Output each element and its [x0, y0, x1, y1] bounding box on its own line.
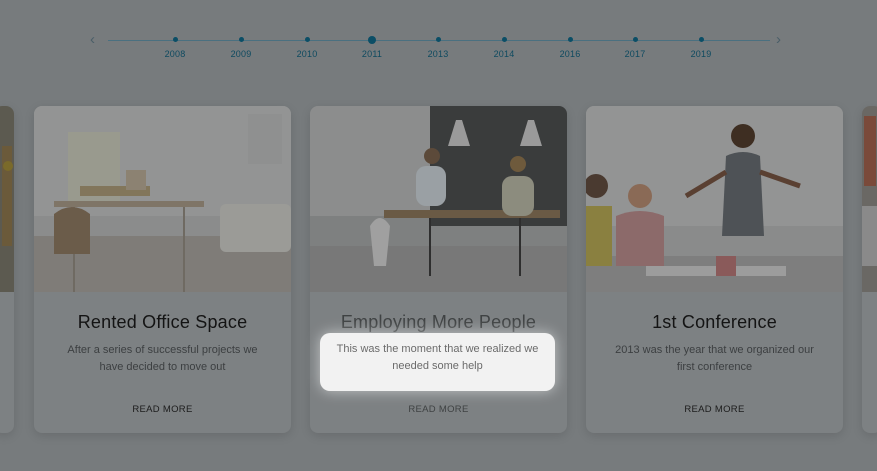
timeline-dot — [501, 37, 507, 42]
office-photo — [34, 106, 291, 292]
conference-photo — [586, 106, 843, 292]
card-text: 2013 was the year that we organized our … — [615, 344, 814, 373]
timeline-year-2017[interactable]: 2017 — [615, 36, 655, 59]
card-text: After a series of successful projects we… — [67, 344, 258, 373]
card-title: Employing More People — [340, 312, 537, 332]
card-image — [862, 106, 877, 292]
team-photo — [310, 106, 567, 292]
read-more-link[interactable]: READ MORE — [586, 404, 843, 415]
timeline-dot — [435, 37, 441, 42]
timeline-year-2014[interactable]: 2014 — [484, 36, 524, 59]
timeline-dot — [172, 37, 178, 42]
timeline-year-label: 2014 — [493, 49, 515, 59]
card-text: This was the moment that we realized we … — [336, 343, 539, 372]
card-image — [586, 106, 843, 292]
timeline-year-2016[interactable]: 2016 — [550, 36, 590, 59]
timeline-year-label: 2009 — [230, 49, 252, 59]
card-body: 1st Conference 2013 was the year that we… — [586, 292, 843, 433]
card-image — [34, 106, 291, 292]
card-image — [310, 106, 567, 292]
timeline-year-2009[interactable]: 2009 — [221, 36, 261, 59]
timeline-year-2008[interactable]: 2008 — [155, 36, 195, 59]
timeline: ‹ › 2008 2009 2010 2011 2013 2014 2016 2… — [0, 0, 877, 80]
chevron-left-icon[interactable]: ‹ — [90, 32, 95, 47]
card-partial-left — [0, 106, 14, 433]
timeline-dot — [238, 37, 244, 42]
highlighted-card-text: This was the moment that we realized we … — [320, 333, 555, 391]
timeline-dot — [698, 37, 704, 42]
card-image — [0, 106, 14, 292]
card-title: 1st Conference — [652, 312, 777, 332]
card-partial-right — [862, 106, 877, 433]
timeline-dot — [632, 37, 638, 42]
timeline-year-label: 2017 — [624, 49, 646, 59]
timeline-year-2019[interactable]: 2019 — [681, 36, 721, 59]
timeline-dot — [304, 37, 310, 42]
card-title: Rented Office Space — [77, 312, 248, 332]
chevron-right-icon[interactable]: › — [776, 32, 781, 47]
timeline-year-label: 2019 — [690, 49, 712, 59]
timeline-year-2011[interactable]: 2011 — [352, 35, 392, 59]
timeline-year-label: 2011 — [361, 48, 383, 59]
card-body: Rented Office Space After a series of su… — [34, 292, 291, 433]
card-rented-office-space: Rented Office Space After a series of su… — [34, 106, 291, 433]
card-1st-conference: 1st Conference 2013 was the year that we… — [586, 106, 843, 433]
timeline-dot — [567, 37, 573, 42]
read-more-link[interactable]: READ MORE — [310, 404, 567, 415]
timeline-year-2013[interactable]: 2013 — [418, 36, 458, 59]
timeline-year-label: 2008 — [164, 49, 186, 59]
timeline-year-label: 2010 — [296, 49, 318, 59]
read-more-link[interactable]: READ MORE — [34, 404, 291, 415]
timeline-year-2010[interactable]: 2010 — [287, 36, 327, 59]
timeline-year-label: 2016 — [559, 49, 581, 59]
timeline-year-label: 2013 — [427, 49, 449, 59]
timeline-dot-active — [368, 35, 376, 44]
